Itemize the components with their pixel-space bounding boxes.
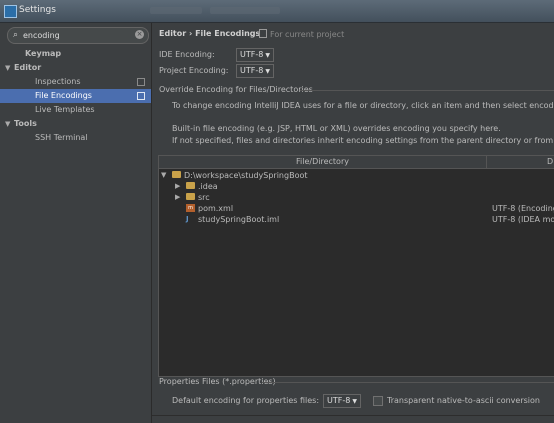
settings-content: Editor › File Encodings For current proj…	[152, 23, 554, 423]
maven-icon: m	[186, 204, 195, 212]
sidebar-item-label: Tools	[14, 119, 37, 128]
sidebar-item-keymap[interactable]: Keymap	[0, 47, 151, 61]
collapse-arrow-icon[interactable]: ▶	[175, 192, 180, 203]
table-row[interactable]: ▶ .idea	[159, 181, 554, 192]
scope-note-text: For current project	[270, 30, 345, 39]
window-title: Settings	[19, 5, 56, 15]
table-row[interactable]: ▶ src	[159, 192, 554, 203]
expand-arrow-icon[interactable]: ▼	[5, 61, 10, 75]
properties-encoding-value: UTF-8	[327, 396, 351, 405]
sidebar-item-label: Keymap	[25, 49, 62, 58]
file-encoding[interactable]: UTF-8 (IDEA mo	[492, 214, 554, 225]
folder-icon	[172, 171, 181, 178]
ide-encoding-dropdown[interactable]: UTF-8 ▼	[236, 48, 274, 62]
sidebar-item-label: File Encodings	[35, 91, 92, 100]
folder-icon	[186, 182, 195, 189]
sidebar-item-editor[interactable]: ▼ Editor	[0, 61, 151, 75]
file-name: studySpringBoot.iml	[198, 215, 280, 224]
breadcrumb: Editor › File Encodings	[159, 29, 261, 38]
folder-icon	[186, 193, 195, 200]
collapse-arrow-icon[interactable]: ▶	[175, 181, 180, 192]
properties-section-title: Properties Files (*.properties)	[159, 377, 276, 386]
search-input[interactable]	[23, 29, 133, 41]
table-row[interactable]: m pom.xml UTF-8 (Encoding	[159, 203, 554, 214]
module-file-icon: J	[186, 215, 189, 223]
sidebar-item-label: Live Templates	[35, 105, 95, 114]
file-name: src	[198, 193, 210, 202]
sidebar-item-label: SSH Terminal	[35, 133, 88, 142]
title-bar: Settings	[0, 0, 554, 23]
file-name: .idea	[198, 182, 218, 191]
table-row[interactable]: J studySpringBoot.iml UTF-8 (IDEA mo	[159, 214, 554, 225]
project-encoding-dropdown[interactable]: UTF-8 ▼	[236, 64, 274, 78]
file-name: pom.xml	[198, 204, 234, 213]
table-row[interactable]: ▼ D:\workspace\studySpringBoot	[159, 170, 554, 181]
sidebar-item-ssh-terminal[interactable]: SSH Terminal	[0, 131, 151, 145]
footer-divider	[152, 415, 554, 416]
sidebar-item-tools[interactable]: ▼ Tools	[0, 117, 151, 131]
expand-arrow-icon[interactable]: ▼	[5, 117, 10, 131]
column-header-file[interactable]: File/Directory	[159, 156, 487, 168]
scope-note: For current project	[259, 29, 344, 39]
transparent-conversion-checkbox[interactable]	[373, 396, 383, 406]
clear-search-icon[interactable]: ×	[135, 30, 144, 39]
override-section-title: Override Encoding for Files/Directories	[159, 85, 313, 94]
section-divider	[300, 90, 554, 91]
chevron-down-icon: ▼	[265, 52, 270, 59]
blurred-text	[210, 7, 280, 14]
project-scope-icon	[259, 29, 267, 38]
file-name: D:\workspace\studySpringBoot	[184, 171, 308, 180]
settings-sidebar: ⌕ × Keymap ▼ Editor Inspections File Enc…	[0, 23, 152, 423]
chevron-down-icon: ▼	[352, 398, 357, 405]
encoding-table[interactable]: File/Directory D ▼ D:\workspace\studySpr…	[158, 155, 554, 377]
project-encoding-value: UTF-8	[240, 66, 264, 75]
sidebar-item-live-templates[interactable]: Live Templates	[0, 103, 151, 117]
sidebar-item-inspections[interactable]: Inspections	[0, 75, 151, 89]
help-text: Built-in file encoding (e.g. JSP, HTML o…	[172, 124, 501, 133]
chevron-down-icon: ▼	[265, 68, 270, 75]
ide-encoding-label: IDE Encoding:	[159, 50, 215, 59]
file-encoding[interactable]: UTF-8 (Encoding	[492, 203, 554, 214]
expand-arrow-icon[interactable]: ▼	[161, 170, 166, 181]
sidebar-item-label: Editor	[14, 63, 42, 72]
section-divider	[262, 382, 554, 383]
help-text: If not specified, files and directories …	[172, 136, 554, 145]
ide-encoding-value: UTF-8	[240, 50, 264, 59]
transparent-conversion-label[interactable]: Transparent native-to-ascii conversion	[387, 396, 540, 405]
sidebar-item-label: Inspections	[35, 77, 81, 86]
app-icon	[4, 5, 17, 18]
settings-tree: Keymap ▼ Editor Inspections File Encodin…	[0, 47, 151, 145]
properties-encoding-dropdown[interactable]: UTF-8 ▼	[323, 394, 361, 408]
settings-search[interactable]: ⌕ ×	[7, 27, 149, 44]
default-properties-label: Default encoding for properties files:	[172, 396, 320, 405]
column-header-default[interactable]: D	[547, 156, 553, 168]
search-icon: ⌕	[13, 30, 19, 40]
project-scope-icon	[137, 92, 145, 100]
project-encoding-label: Project Encoding:	[159, 66, 229, 75]
help-text: To change encoding IntelliJ IDEA uses fo…	[172, 101, 554, 110]
blurred-text	[150, 7, 202, 14]
sidebar-item-file-encodings[interactable]: File Encodings	[0, 89, 151, 103]
project-scope-icon	[137, 78, 145, 86]
table-header: File/Directory D	[159, 156, 554, 169]
